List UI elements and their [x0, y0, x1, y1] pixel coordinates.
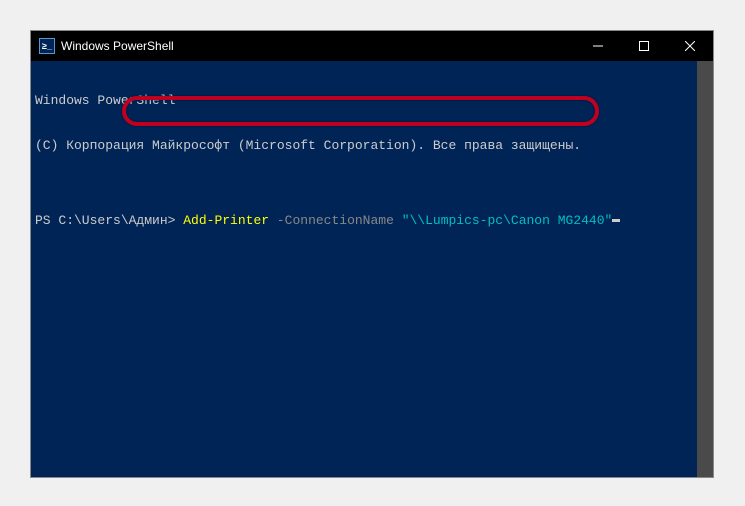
scrollbar-thumb[interactable]	[697, 61, 713, 477]
window-controls	[575, 31, 713, 61]
vertical-scrollbar[interactable]	[697, 61, 713, 477]
close-icon	[685, 41, 695, 51]
window-title: Windows PowerShell	[61, 39, 174, 53]
powershell-icon: ≥_	[39, 38, 55, 54]
maximize-icon	[639, 41, 649, 51]
prompt-line: PS C:\Users\Админ> Add-Printer -Connecti…	[35, 213, 709, 228]
prompt: PS C:\Users\Админ>	[35, 213, 183, 228]
titlebar[interactable]: ≥_ Windows PowerShell	[31, 31, 713, 61]
console-content: Windows PowerShell (C) Корпорация Майкро…	[31, 61, 713, 260]
maximize-button[interactable]	[621, 31, 667, 61]
console-body[interactable]: Windows PowerShell (C) Корпорация Майкро…	[31, 61, 713, 477]
titlebar-left: ≥_ Windows PowerShell	[31, 38, 174, 54]
powershell-window: ≥_ Windows PowerShell Windows PowerShell…	[30, 30, 714, 478]
cursor	[612, 219, 620, 222]
console-header-1: Windows PowerShell	[35, 93, 709, 108]
param-name: -ConnectionName	[269, 213, 402, 228]
minimize-icon	[593, 41, 603, 51]
arg-string: "\\Lumpics-pc\Canon MG2440"	[402, 213, 613, 228]
close-button[interactable]	[667, 31, 713, 61]
console-header-2: (C) Корпорация Майкрософт (Microsoft Cor…	[35, 138, 709, 153]
ps-icon-glyph: ≥_	[42, 41, 52, 51]
cmdlet: Add-Printer	[183, 213, 269, 228]
minimize-button[interactable]	[575, 31, 621, 61]
